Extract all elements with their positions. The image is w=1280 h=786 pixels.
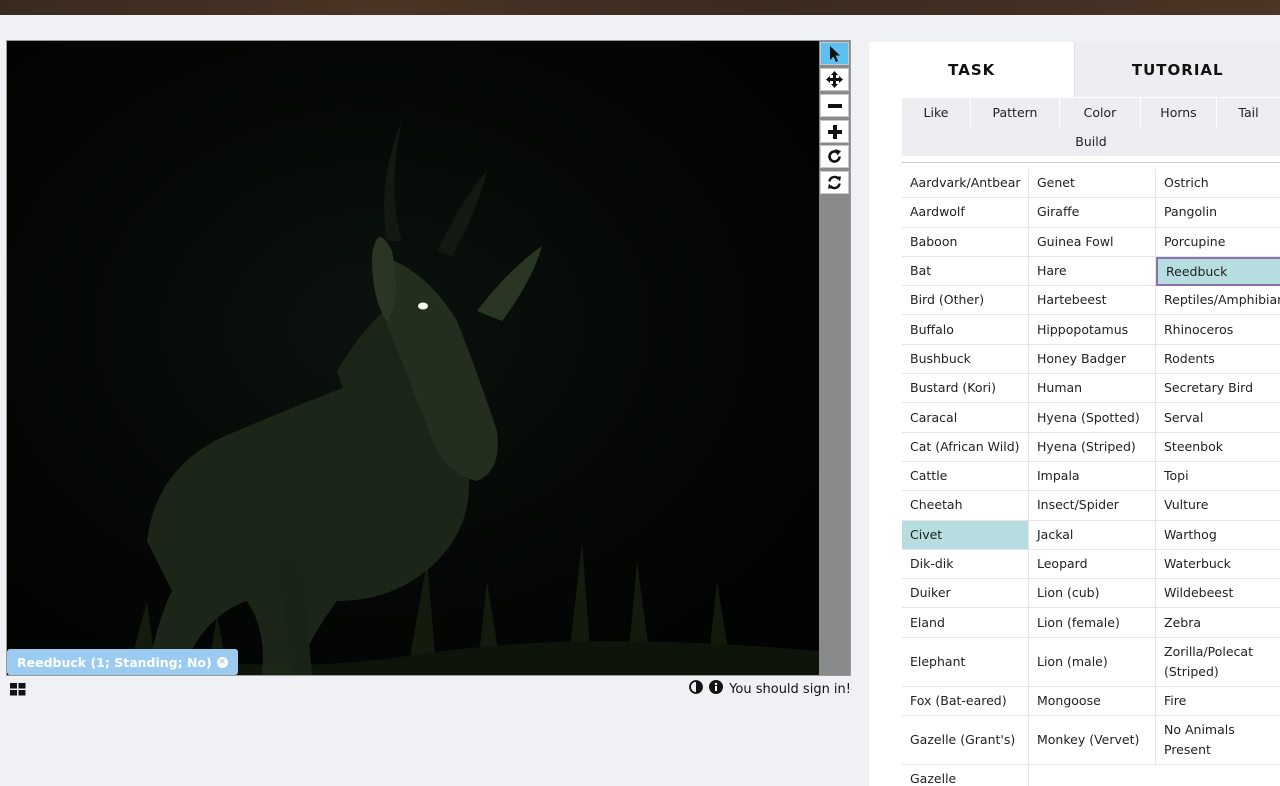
filter-color[interactable]: Color xyxy=(1060,98,1141,127)
species-option[interactable]: Caracal xyxy=(902,403,1029,433)
species-option[interactable]: Rhinoceros xyxy=(1156,315,1280,345)
filter-row-2: Build xyxy=(902,127,1280,156)
species-option[interactable]: No Animals Present xyxy=(1156,716,1280,766)
species-option[interactable]: Zorilla/Polecat (Striped) xyxy=(1156,638,1280,687)
species-option[interactable]: Baboon xyxy=(902,227,1029,257)
species-option[interactable]: Fire xyxy=(1156,687,1280,717)
species-option[interactable]: Topi xyxy=(1156,462,1280,492)
zoom-in-icon[interactable] xyxy=(820,120,849,143)
annotation-mark-badge[interactable]: Reedbuck (1; Standing; No) × xyxy=(7,649,238,675)
species-option[interactable]: Bird (Other) xyxy=(902,286,1029,316)
info-icon[interactable] xyxy=(709,680,724,698)
zoom-out-icon[interactable] xyxy=(820,94,849,117)
species-option[interactable]: Giraffe xyxy=(1029,198,1156,228)
species-option[interactable]: Hare xyxy=(1029,256,1156,287)
species-option[interactable]: Gazelle (Grant's) xyxy=(902,716,1029,766)
pan-move-icon[interactable] xyxy=(820,68,849,91)
species-option[interactable]: Bustard (Kori) xyxy=(902,374,1029,404)
species-option[interactable]: Wildebeest xyxy=(1156,579,1280,609)
species-option[interactable]: Waterbuck xyxy=(1156,550,1280,580)
tool-strip xyxy=(819,41,850,675)
species-option[interactable]: Insect/Spider xyxy=(1029,491,1156,521)
contrast-icon[interactable] xyxy=(689,680,704,698)
species-option[interactable]: Human xyxy=(1029,374,1156,404)
panel-tabs: TASK TUTORIAL xyxy=(869,42,1280,97)
viewer-status-row: You should sign in! xyxy=(689,680,851,698)
filter-tail[interactable]: Tail xyxy=(1217,98,1280,127)
species-option[interactable]: Civet xyxy=(902,520,1029,550)
top-bar xyxy=(0,0,1280,15)
species-option[interactable]: Gazelle xyxy=(902,765,1029,786)
subject-viewer[interactable] xyxy=(6,40,851,676)
animal-image xyxy=(7,121,819,675)
species-option[interactable]: Zebra xyxy=(1156,608,1280,638)
species-column-1: Aardvark/Antbear Aardwolf Baboon Bat Bird (O… xyxy=(902,169,1029,786)
species-grid: Aardvark/Antbear Aardwolf Baboon Bat Bird (O… xyxy=(902,169,1280,786)
rotate-icon[interactable] xyxy=(820,145,849,168)
species-option[interactable]: Cattle xyxy=(902,461,1029,492)
mark-label: Reedbuck (1; Standing; No) xyxy=(17,654,212,670)
species-option[interactable]: Aardvark/Antbear xyxy=(902,169,1029,199)
species-option[interactable]: Genet xyxy=(1029,169,1156,199)
remove-mark-icon[interactable]: × xyxy=(216,656,228,668)
species-option[interactable]: Hyena (Spotted) xyxy=(1029,403,1156,433)
species-option[interactable]: Ostrich xyxy=(1156,169,1280,199)
species-option[interactable]: Warthog xyxy=(1156,521,1280,550)
tab-task[interactable]: TASK xyxy=(869,42,1075,97)
species-option[interactable]: Fox (Bat-eared) xyxy=(902,686,1029,717)
species-option[interactable]: Cheetah xyxy=(902,491,1029,521)
species-option[interactable]: Buffalo xyxy=(902,315,1029,345)
species-filters: Like Pattern Color Horns Tail Build xyxy=(902,98,1280,156)
species-option[interactable]: Jackal xyxy=(1029,520,1156,550)
classification-panel: TASK TUTORIAL Like Pattern Color Horns T… xyxy=(869,42,1280,786)
species-option[interactable]: Hartebeest xyxy=(1029,286,1156,316)
species-option[interactable]: Duiker xyxy=(902,579,1029,609)
species-option[interactable]: Guinea Fowl xyxy=(1029,227,1156,257)
species-option[interactable]: Lion (male) xyxy=(1029,637,1156,687)
species-option[interactable]: Rodents xyxy=(1156,345,1280,375)
species-option[interactable]: Porcupine xyxy=(1156,228,1280,257)
species-column-3: Ostrich Pangolin Porcupine Reedbuck Reptiles… xyxy=(1156,169,1280,766)
filter-row: Like Pattern Color Horns Tail xyxy=(902,98,1280,127)
species-option[interactable]: Reptiles/Amphibians xyxy=(1156,286,1280,316)
species-option[interactable]: Hippopotamus xyxy=(1029,315,1156,345)
camera-trap-photo[interactable] xyxy=(7,41,819,675)
species-option[interactable]: Cat (African Wild) xyxy=(902,432,1029,462)
filter-divider xyxy=(902,162,1280,163)
filter-horns[interactable]: Horns xyxy=(1141,98,1217,127)
species-option[interactable]: Bat xyxy=(902,256,1029,287)
species-option[interactable]: Hyena (Striped) xyxy=(1029,432,1156,462)
species-column-2: Genet Giraffe Guinea Fowl Hare Hartebeest Hip… xyxy=(1029,169,1156,766)
species-option[interactable]: Leopard xyxy=(1029,549,1156,580)
species-option[interactable]: Steenbok xyxy=(1156,433,1280,462)
species-option[interactable]: Bushbuck xyxy=(902,344,1029,375)
reset-refresh-icon[interactable] xyxy=(820,171,849,194)
species-option[interactable]: Serval xyxy=(1156,403,1280,433)
species-option[interactable]: Monkey (Vervet) xyxy=(1029,716,1156,766)
species-option[interactable]: Elephant xyxy=(902,637,1029,687)
species-option[interactable]: Dik-dik xyxy=(902,549,1029,580)
sign-in-message: You should sign in! xyxy=(729,681,851,697)
species-option[interactable]: Lion (female) xyxy=(1029,608,1156,638)
species-option[interactable]: Reedbuck xyxy=(1156,256,1280,287)
species-option[interactable]: Eland xyxy=(902,608,1029,638)
select-pointer-icon[interactable] xyxy=(820,42,849,65)
grid-icon[interactable] xyxy=(10,681,26,700)
species-option[interactable]: Vulture xyxy=(1156,491,1280,521)
filter-like[interactable]: Like xyxy=(902,98,971,127)
species-option[interactable]: Lion (cub) xyxy=(1029,579,1156,609)
species-option[interactable]: Secretary Bird xyxy=(1156,374,1280,404)
filter-build[interactable]: Build xyxy=(902,127,1280,156)
species-option[interactable]: Honey Badger xyxy=(1029,344,1156,375)
species-option[interactable]: Aardwolf xyxy=(902,198,1029,228)
tab-tutorial[interactable]: TUTORIAL xyxy=(1074,42,1280,97)
species-option[interactable]: Pangolin xyxy=(1156,198,1280,228)
species-option[interactable]: Mongoose xyxy=(1029,686,1156,717)
species-option[interactable]: Impala xyxy=(1029,461,1156,492)
filter-pattern[interactable]: Pattern xyxy=(971,98,1060,127)
